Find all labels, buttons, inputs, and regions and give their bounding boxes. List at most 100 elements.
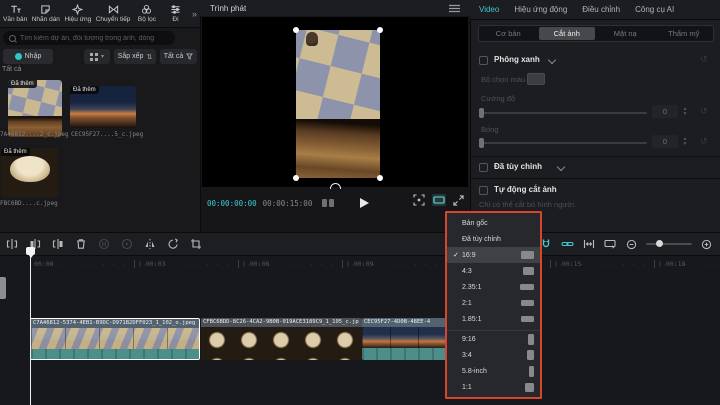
- adapt-spacing-icon[interactable]: [583, 238, 595, 250]
- intensity-stepper[interactable]: ▲ ▼: [680, 105, 690, 118]
- frame-step-icon[interactable]: [322, 199, 335, 207]
- video-canvas[interactable]: [202, 17, 468, 187]
- resize-handle-br[interactable]: [377, 175, 383, 181]
- custom-checkbox[interactable]: [479, 163, 488, 172]
- sticker-icon: [41, 5, 50, 14]
- media-search[interactable]: [3, 31, 175, 45]
- ratio-menu-item[interactable]: ✓ 16:9: [447, 247, 540, 263]
- crop-icon[interactable]: [190, 238, 202, 250]
- reverse-icon[interactable]: [121, 238, 133, 250]
- timeline-clip-sunset[interactable]: CEC95F27-4D0B-48EE-4: [362, 318, 446, 360]
- ruler-label: 00:00: [30, 260, 134, 268]
- sort-button[interactable]: Sắp xếp ⇅: [114, 49, 156, 64]
- tab-ai-tools[interactable]: Công cụ AI: [635, 5, 674, 14]
- playhead-handle[interactable]: [26, 247, 35, 258]
- ratio-shape-icon: [528, 365, 534, 377]
- inspector-tabs: Video Hiệu ứng động Điều chỉnh Công cụ A…: [470, 0, 720, 20]
- delete-icon[interactable]: [75, 238, 87, 250]
- zoom-slider-handle[interactable]: [656, 240, 663, 247]
- menu-item-text[interactable]: Văn bản: [3, 4, 27, 23]
- zoom-out-icon[interactable]: [626, 239, 637, 250]
- subtab-basic[interactable]: Cơ bản: [480, 27, 537, 40]
- menu-item-adjust[interactable]: Đi: [163, 4, 187, 23]
- ratio-menu-item[interactable]: 2.35:1: [447, 279, 540, 295]
- search-input[interactable]: [20, 34, 169, 42]
- menu-item-filters[interactable]: Bộ lọc: [135, 4, 159, 23]
- track-handle[interactable]: [0, 277, 6, 299]
- play-button[interactable]: [360, 198, 370, 208]
- hamburger-menu-icon[interactable]: [449, 4, 460, 13]
- reset-icon[interactable]: ↺: [700, 106, 708, 117]
- menu-item-transitions[interactable]: Chuyển tiếp: [96, 4, 130, 23]
- reset-icon[interactable]: ↺: [700, 136, 708, 147]
- import-icon: [14, 53, 22, 60]
- resize-handle-tr[interactable]: [377, 27, 383, 33]
- rotate-icon[interactable]: [167, 238, 179, 250]
- delete-right-icon[interactable]: [52, 238, 64, 250]
- shadow-stepper[interactable]: ▲ ▼: [680, 135, 690, 148]
- timeline-clip-chess[interactable]: C7A46812-5374-4EB1-B9DC-D971B2DFF023_1_1…: [30, 318, 200, 360]
- menu-item-stickers[interactable]: Nhãn dán: [32, 4, 60, 23]
- ruler-label: | 00:06: [238, 260, 342, 268]
- aspect-ratio-button[interactable]: [432, 194, 446, 206]
- timeline-ruler[interactable]: 00:00| 00:03| 00:06| 00:09| 00:12| 00:15…: [0, 258, 720, 270]
- reset-icon[interactable]: ↺: [700, 54, 708, 65]
- ratio-menu-item[interactable]: 2:1: [447, 295, 540, 311]
- divider: [470, 178, 720, 179]
- resize-handle-tl[interactable]: [293, 27, 299, 33]
- ratio-shape-icon: [521, 315, 534, 323]
- filter-all-button[interactable]: Tất cả: [160, 49, 197, 64]
- slider-handle[interactable]: [479, 138, 484, 148]
- ratio-menu-item[interactable]: 1.85:1: [447, 311, 540, 327]
- effects-icon: [72, 4, 84, 15]
- media-thumbnail-lamp[interactable]: Đã thêm: [1, 148, 58, 197]
- intensity-value[interactable]: 0: [652, 105, 678, 118]
- playhead[interactable]: [30, 251, 31, 405]
- top-menu-bar: Văn bản Nhãn dán Hiệu ứng Chuyển tiếp Bộ…: [0, 0, 200, 28]
- color-swatch[interactable]: [527, 73, 545, 85]
- chess-piece: [306, 32, 318, 46]
- ratio-menu-item[interactable]: Bản gốc: [447, 215, 540, 231]
- video-subject-chessboard[interactable]: [296, 30, 380, 178]
- autocrop-checkbox[interactable]: [479, 186, 488, 195]
- subtab-crop[interactable]: Cắt ảnh: [538, 27, 595, 40]
- menu-item-effects[interactable]: Hiệu ứng: [64, 4, 91, 23]
- focus-fit-icon[interactable]: [413, 194, 425, 206]
- ratio-menu-item[interactable]: 3:4: [447, 347, 540, 363]
- subtab-beauty[interactable]: Thẩm mỹ: [656, 27, 713, 40]
- shadow-label: Bóng: [481, 125, 499, 134]
- intensity-slider[interactable]: [479, 108, 647, 118]
- menu-overflow-chevron-icon[interactable]: »: [192, 9, 197, 19]
- link-icon[interactable]: [561, 238, 574, 250]
- freeze-frame-icon[interactable]: [98, 238, 110, 250]
- split-icon[interactable]: [6, 238, 18, 250]
- player-controls: 00:00:00:00 00:00:15:00: [200, 190, 470, 216]
- preview-axis-icon[interactable]: [604, 238, 617, 250]
- mirror-icon[interactable]: [144, 238, 156, 250]
- rotate-handle[interactable]: [330, 183, 341, 189]
- chroma-checkbox[interactable]: [479, 56, 488, 65]
- subtab-mask[interactable]: Mặt nạ: [597, 27, 654, 40]
- import-button[interactable]: Nhập: [3, 49, 53, 64]
- tab-adjust[interactable]: Điều chỉnh: [582, 5, 620, 14]
- ratio-menu-item[interactable]: 5.8-inch: [447, 363, 540, 379]
- slider-handle[interactable]: [479, 108, 484, 118]
- ruler-label: | 00:03: [134, 260, 238, 268]
- clip-thumbnails: [362, 327, 446, 348]
- shadow-value[interactable]: 0: [652, 135, 678, 148]
- fullscreen-icon[interactable]: [453, 194, 464, 206]
- view-mode-button[interactable]: ▾: [84, 49, 110, 64]
- timeline-zoom-slider[interactable]: [646, 240, 692, 247]
- tab-animation[interactable]: Hiệu ứng động: [514, 5, 567, 14]
- tab-video[interactable]: Video: [479, 5, 499, 14]
- ratio-menu-item[interactable]: Đã tùy chỉnh: [447, 231, 540, 247]
- media-thumbnail-chess[interactable]: Đã thêm: [8, 80, 62, 137]
- ratio-menu-item[interactable]: 9:16: [447, 330, 540, 347]
- ratio-menu-item[interactable]: 1:1: [447, 379, 540, 395]
- zoom-in-icon[interactable]: [701, 239, 712, 250]
- timeline-clip-shell[interactable]: CFBC6BDD-8C26-4CA2-9B0B-019ACE3189C9_1_1…: [201, 318, 362, 360]
- ratio-menu-item[interactable]: 4:3: [447, 263, 540, 279]
- shadow-slider[interactable]: [479, 138, 647, 148]
- resize-handle-bl[interactable]: [293, 175, 299, 181]
- media-thumbnail-sunset[interactable]: Đã thêm: [70, 86, 136, 128]
